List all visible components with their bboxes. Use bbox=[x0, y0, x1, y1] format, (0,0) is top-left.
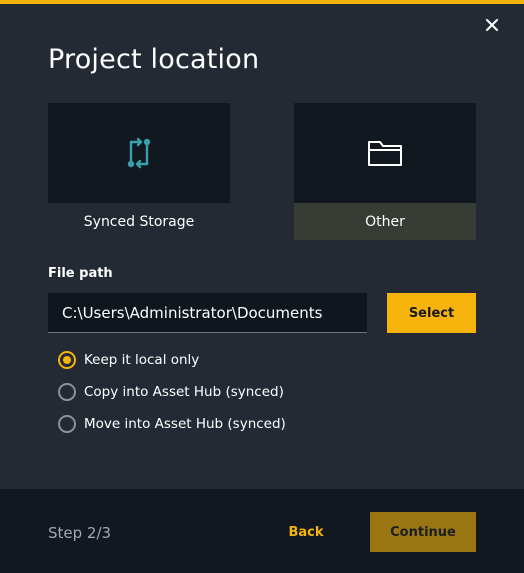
top-accent-bar bbox=[0, 0, 524, 4]
continue-button[interactable]: Continue bbox=[370, 512, 476, 552]
close-button[interactable] bbox=[481, 14, 503, 36]
radio-button[interactable] bbox=[58, 383, 76, 401]
card-icon-area bbox=[294, 103, 476, 203]
back-button[interactable]: Back bbox=[270, 512, 342, 552]
synced-storage-label: Synced Storage bbox=[83, 213, 195, 230]
select-button[interactable]: Select bbox=[387, 293, 476, 333]
option-label: Keep it local only bbox=[84, 352, 200, 368]
option-copy-asset-hub[interactable]: Copy into Asset Hub (synced) bbox=[58, 382, 284, 402]
project-location-dialog: Project location Synced Storage Other Fi… bbox=[0, 0, 524, 573]
option-keep-local[interactable]: Keep it local only bbox=[58, 350, 199, 370]
folder-icon bbox=[368, 141, 402, 166]
dialog-title: Project location bbox=[48, 44, 260, 75]
step-indicator: Step 2/3 bbox=[48, 524, 112, 542]
close-icon bbox=[486, 19, 498, 31]
radio-button-selected[interactable] bbox=[58, 351, 76, 369]
sync-arrows-icon bbox=[127, 137, 151, 169]
card-icon-area bbox=[48, 103, 230, 203]
other-label: Other bbox=[365, 213, 405, 230]
option-move-asset-hub[interactable]: Move into Asset Hub (synced) bbox=[58, 414, 286, 434]
synced-storage-card[interactable]: Synced Storage bbox=[48, 103, 230, 240]
file-path-label: File path bbox=[48, 266, 113, 281]
file-path-input[interactable] bbox=[48, 293, 367, 333]
radio-button[interactable] bbox=[58, 415, 76, 433]
option-label: Move into Asset Hub (synced) bbox=[84, 416, 286, 432]
other-card[interactable]: Other bbox=[294, 103, 476, 240]
option-label: Copy into Asset Hub (synced) bbox=[84, 384, 284, 400]
